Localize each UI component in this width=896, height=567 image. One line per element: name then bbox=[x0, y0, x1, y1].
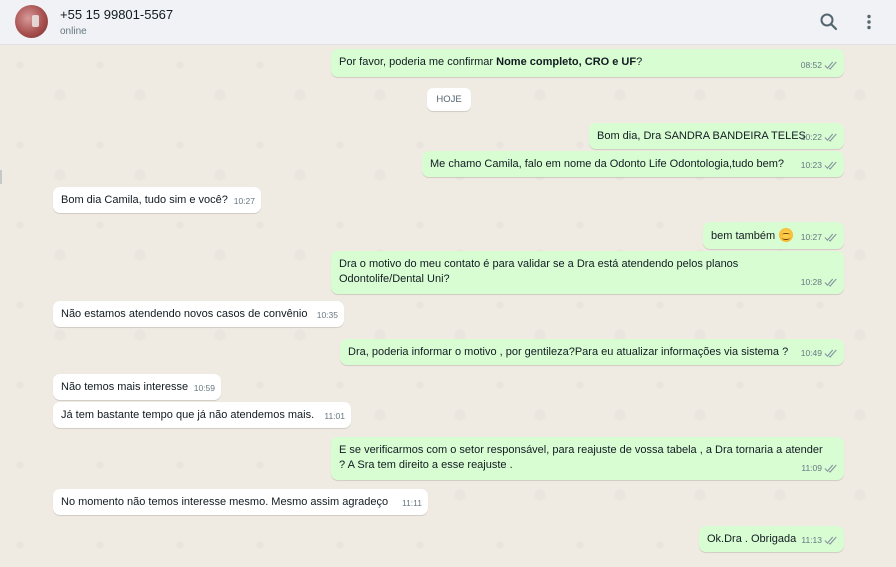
message-text: bem também bbox=[711, 228, 794, 242]
message-meta: 10:35 bbox=[317, 308, 338, 323]
message-time: 11:09 bbox=[801, 463, 822, 473]
message-text: Por favor, poderia me confirmar Nome com… bbox=[339, 56, 643, 68]
message-meta: 10:59 bbox=[194, 381, 215, 396]
message-meta: 11:09 bbox=[801, 461, 838, 476]
message-meta: 10:22 bbox=[801, 130, 838, 145]
message-text: Me chamo Camila, falo em nome da Odonto … bbox=[430, 158, 785, 170]
message-time: 10:28 bbox=[800, 277, 822, 287]
double-check-icon bbox=[824, 133, 837, 142]
message-text: Não temos mais interesse bbox=[61, 381, 189, 393]
message-text: E se verificarmos com o setor responsáve… bbox=[339, 444, 823, 471]
message-time: 10:23 bbox=[800, 160, 822, 170]
message-meta: 10:23 bbox=[801, 158, 838, 173]
double-check-icon bbox=[824, 349, 837, 358]
message-time: 10:35 bbox=[316, 310, 338, 320]
message-meta: 11:11 bbox=[402, 496, 422, 511]
double-check-icon bbox=[824, 536, 837, 545]
message-text: Bom dia Camila, tudo sim e você? bbox=[61, 194, 228, 206]
message-outgoing[interactable]: bem também 10:27 bbox=[703, 222, 844, 249]
message-outgoing[interactable]: E se verificarmos com o setor responsáve… bbox=[331, 437, 844, 480]
message-outgoing[interactable]: Me chamo Camila, falo em nome da Odonto … bbox=[422, 151, 844, 177]
message-text: Bom dia, Dra SANDRA BANDEIRA TELES bbox=[597, 130, 806, 142]
message-outgoing[interactable]: Dra o motivo do meu contato é para valid… bbox=[331, 251, 844, 294]
date-badge: HOJE bbox=[427, 88, 471, 111]
message-meta: 08:52 bbox=[801, 58, 838, 73]
message-meta: 10:27 bbox=[234, 194, 255, 209]
message-outgoing[interactable]: Ok.Dra . Obrigada 11:13 bbox=[699, 526, 844, 552]
search-icon[interactable] bbox=[819, 12, 839, 32]
double-check-icon bbox=[824, 161, 837, 170]
message-time: 10:27 bbox=[233, 196, 255, 206]
message-time: 10:49 bbox=[800, 348, 822, 358]
message-incoming[interactable]: No momento não temos interesse mesmo. Me… bbox=[53, 489, 428, 515]
message-text: Dra o motivo do meu contato é para valid… bbox=[339, 258, 739, 285]
message-time: 11:01 bbox=[324, 411, 345, 421]
message-text: Já tem bastante tempo que já não atendem… bbox=[61, 409, 315, 421]
message-time: 11:13 bbox=[801, 535, 822, 545]
message-incoming[interactable]: Bom dia Camila, tudo sim e você? 10:27 bbox=[53, 187, 261, 213]
message-outgoing[interactable]: Dra, poderia informar o motivo , por gen… bbox=[340, 339, 844, 365]
message-incoming[interactable]: Não estamos atendendo novos casos de con… bbox=[53, 301, 344, 327]
contact-avatar[interactable] bbox=[15, 5, 48, 38]
message-outgoing[interactable]: Bom dia, Dra SANDRA BANDEIRA TELES 10:22 bbox=[589, 123, 844, 149]
message-incoming[interactable]: Já tem bastante tempo que já não atendem… bbox=[53, 402, 351, 428]
double-check-icon bbox=[824, 61, 837, 70]
message-meta: 10:28 bbox=[801, 275, 838, 290]
chat-header: +55 15 99801-5567 online bbox=[0, 0, 896, 45]
double-check-icon bbox=[824, 464, 837, 473]
message-meta: 11:13 bbox=[801, 533, 838, 548]
message-text: No momento não temos interesse mesmo. Me… bbox=[61, 496, 389, 508]
message-outgoing[interactable]: Por favor, poderia me confirmar Nome com… bbox=[331, 49, 844, 77]
contact-status: online bbox=[60, 26, 87, 37]
scroll-edge bbox=[0, 170, 2, 184]
double-check-icon bbox=[824, 233, 837, 242]
message-list[interactable]: Por favor, poderia me confirmar Nome com… bbox=[0, 45, 896, 567]
message-time: 10:27 bbox=[800, 232, 822, 242]
message-text: Ok.Dra . Obrigada bbox=[707, 533, 797, 545]
message-time: 10:59 bbox=[193, 383, 215, 393]
menu-dots-icon[interactable] bbox=[859, 12, 879, 32]
message-time: 11:11 bbox=[401, 498, 422, 508]
message-incoming[interactable]: Não temos mais interesse 10:59 bbox=[53, 374, 221, 400]
double-check-icon bbox=[824, 278, 837, 287]
message-meta: 10:27 bbox=[801, 230, 838, 245]
contact-name[interactable]: +55 15 99801-5567 bbox=[60, 7, 173, 22]
message-time: 08:52 bbox=[800, 60, 822, 70]
message-meta: 11:01 bbox=[324, 409, 345, 424]
smiling-face-emoji-icon bbox=[779, 228, 794, 242]
message-text: Não estamos atendendo novos casos de con… bbox=[61, 308, 308, 320]
message-text: Dra, poderia informar o motivo , por gen… bbox=[348, 346, 789, 358]
message-meta: 10:49 bbox=[801, 346, 838, 361]
message-time: 10:22 bbox=[800, 132, 822, 142]
